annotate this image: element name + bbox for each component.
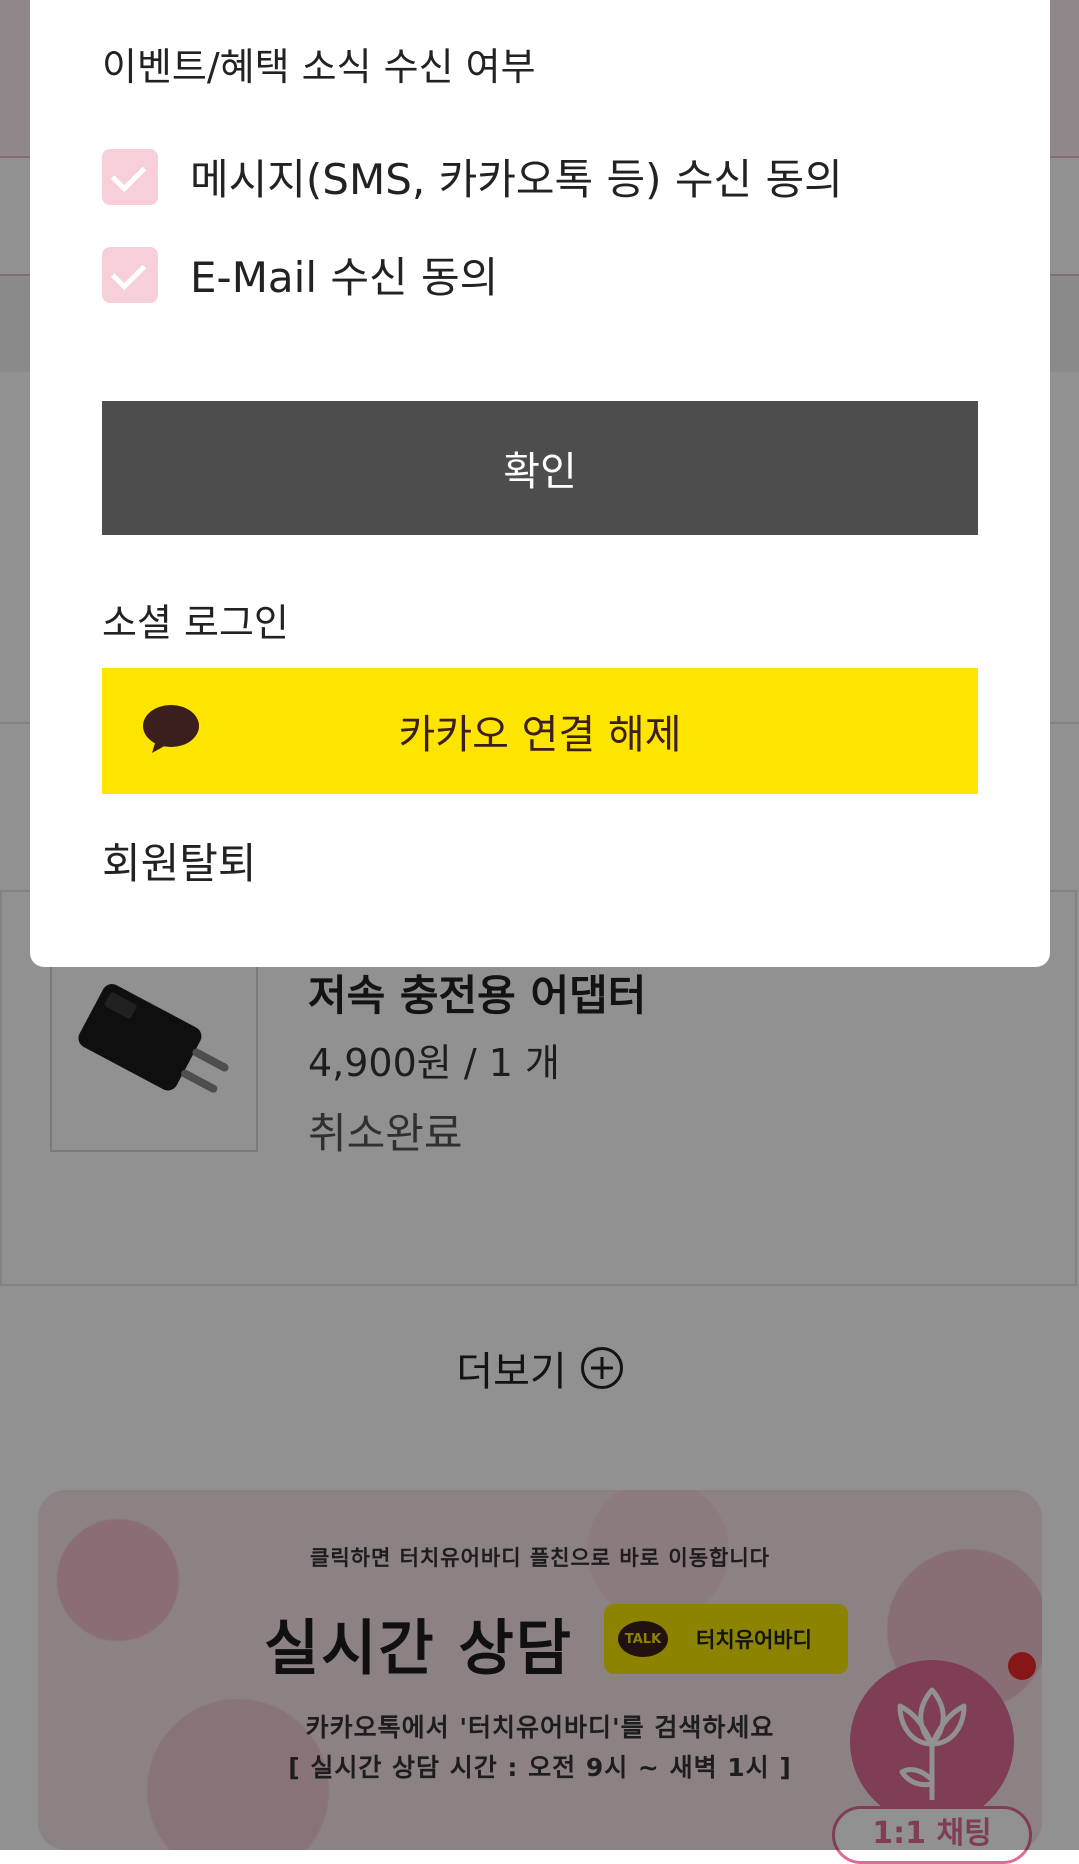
consent-heading: 이벤트/혜택 소식 수신 여부: [102, 45, 536, 89]
kakao-disconnect-label: 카카오 연결 해제: [398, 712, 682, 758]
account-settings-modal: 이벤트/혜택 소식 수신 여부 메시지(SMS, 카카오톡 등) 수신 동의 E…: [30, 0, 1050, 967]
kakao-talk-icon: [143, 705, 199, 753]
sms-consent-label[interactable]: 메시지(SMS, 카카오톡 등) 수신 동의: [190, 146, 843, 207]
sms-consent-checkbox[interactable]: [102, 148, 158, 205]
sms-consent-row[interactable]: 메시지(SMS, 카카오톡 등) 수신 동의: [102, 146, 843, 207]
kakao-disconnect-button[interactable]: 카카오 연결 해제: [102, 668, 978, 794]
withdraw-membership-link[interactable]: 회원탈퇴: [102, 830, 257, 891]
email-consent-label[interactable]: E-Mail 수신 동의: [190, 244, 498, 305]
email-consent-checkbox[interactable]: [102, 246, 158, 303]
confirm-button[interactable]: 확인: [102, 401, 978, 535]
email-consent-row[interactable]: E-Mail 수신 동의: [102, 244, 498, 305]
social-login-heading: 소셜 로그인: [102, 601, 289, 645]
